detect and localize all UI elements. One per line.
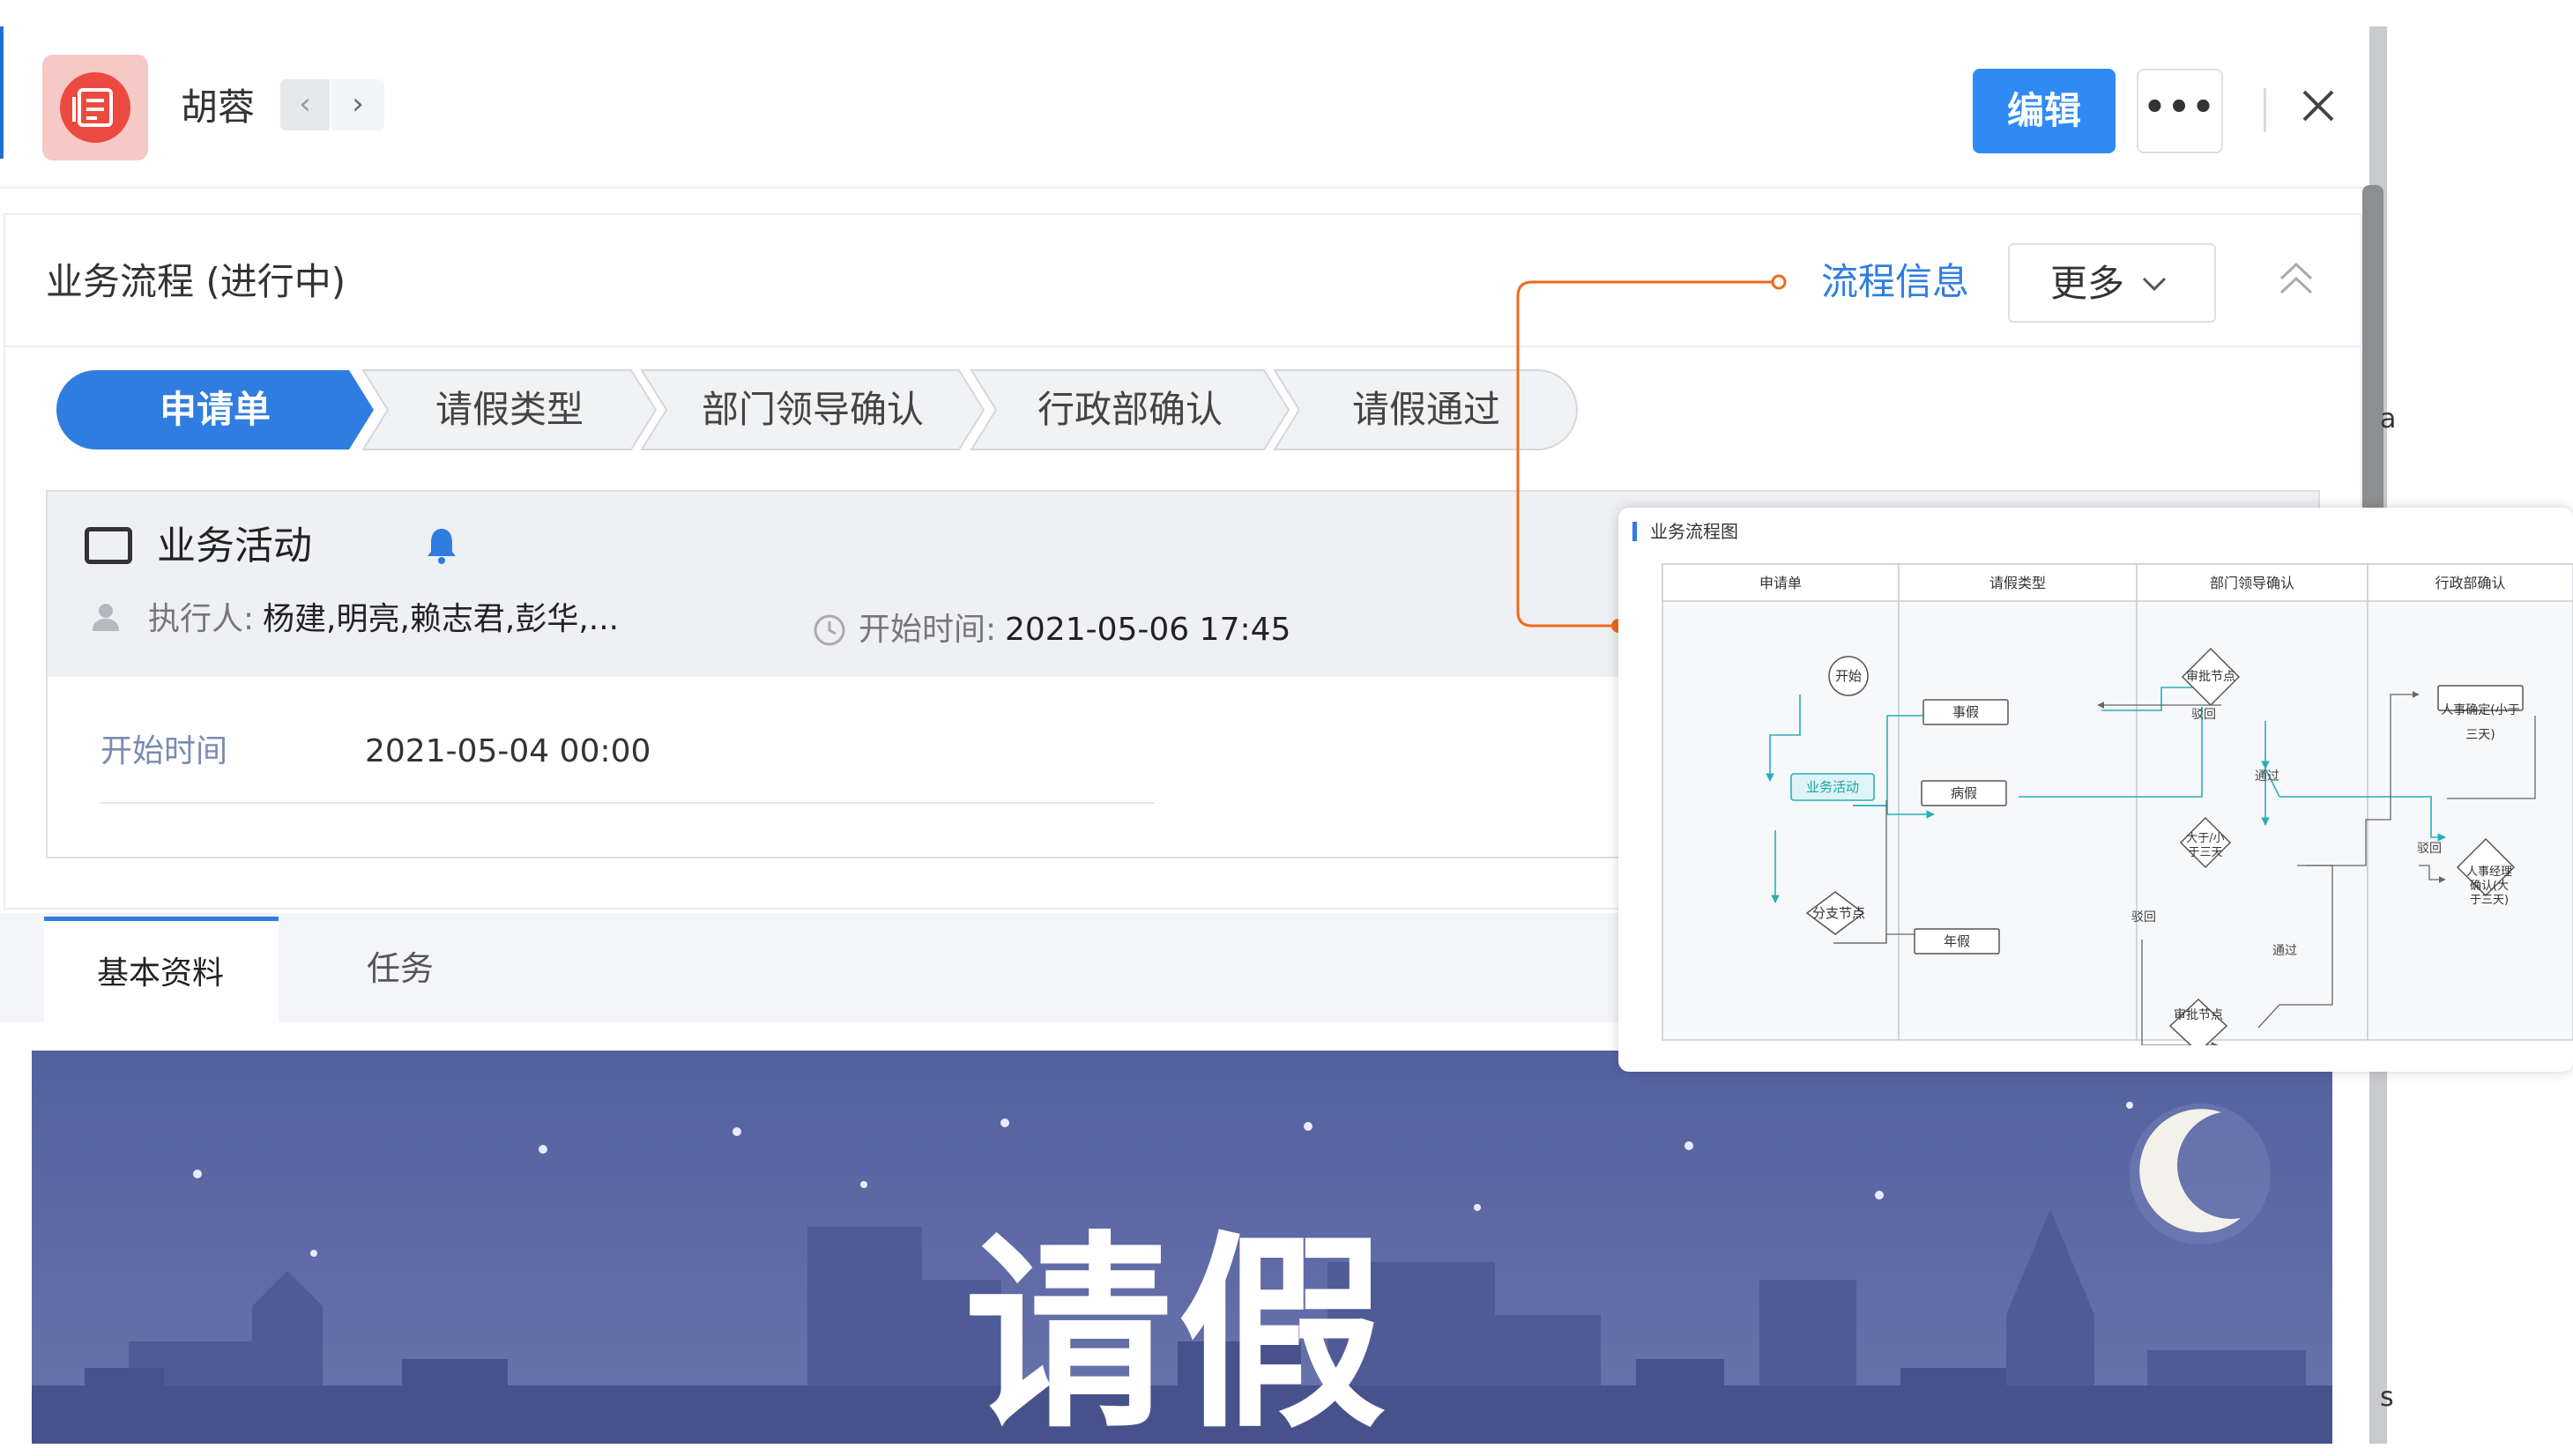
step-admin-confirm[interactable]: 行政部确认 — [970, 368, 1290, 451]
previous-record-button[interactable]: ‹ — [280, 79, 330, 130]
flowchart-title-accent — [1632, 522, 1637, 541]
tab-basic-info-label[interactable]: 基本资料 — [97, 954, 224, 994]
step-label: 部门领导确认 — [701, 388, 924, 431]
step-leave-type[interactable]: 请假类型 — [361, 368, 658, 451]
executor-value: 杨建,明亮,赖志君,彭华,... — [263, 601, 620, 637]
user-name: 胡蓉 — [181, 85, 256, 129]
flowchart-diagram — [1662, 563, 2573, 1045]
flowchart-lane-header: 行政部确认 — [2435, 575, 2506, 591]
flowchart-node-hr-manager: 人事经理确认(大于三天) — [2465, 865, 2512, 907]
window-left-edge — [0, 26, 4, 159]
tab-task[interactable]: 任务 — [367, 948, 434, 989]
close-icon[interactable] — [2292, 79, 2345, 132]
process-title: 业务流程 (进行中) — [46, 260, 346, 303]
flowchart-lane-header: 部门领导确认 — [2209, 575, 2294, 591]
step-label: 行政部确认 — [1037, 388, 1223, 431]
stray-text: s — [2380, 1382, 2394, 1413]
bell-icon[interactable] — [423, 525, 460, 564]
form-start-time-value: 2021-05-04 00:00 — [365, 733, 651, 769]
flowchart-lane-header: 申请单 — [1759, 575, 1802, 591]
form-start-time-label: 开始时间 — [100, 733, 228, 769]
process-divider — [4, 345, 2362, 347]
step-label: 请假类型 — [435, 388, 584, 431]
flowchart-edge-label: 驳回 — [2417, 842, 2442, 856]
more-dropdown-label: 更多 — [2050, 262, 2125, 305]
flowchart-node-sick-leave: 病假 — [1950, 785, 1977, 801]
flowchart-edge-label: 通过 — [2255, 769, 2279, 784]
edit-button[interactable]: 编辑 — [1973, 69, 2116, 153]
avatar — [42, 55, 148, 160]
flowchart-node-branch: 分支节点 — [1811, 905, 1865, 921]
step-application[interactable]: 申请单 — [55, 368, 376, 451]
flowchart-edge-label: 驳回 — [2131, 910, 2156, 925]
more-actions-button[interactable]: ••• — [2137, 69, 2223, 153]
banner-title: 请假 — [964, 1214, 1392, 1456]
flowchart-node-start: 开始 — [1834, 668, 1862, 684]
flowchart-title: 业务流程图 — [1650, 521, 1738, 542]
start-time-value: 2021-05-06 17:45 — [1005, 612, 1291, 648]
next-record-button[interactable]: › — [331, 79, 384, 130]
flowchart-node-personal-leave: 事假 — [1952, 704, 1979, 720]
user-icon — [93, 604, 119, 631]
flowchart-node-compare: 大于/小于三天 — [2186, 832, 2225, 859]
start-time-label: 开始时间: — [859, 612, 997, 648]
collapse-up-icon[interactable] — [2276, 259, 2316, 300]
stray-text: a — [2380, 404, 2397, 435]
clock-icon — [814, 614, 845, 646]
chevron-down-icon — [2142, 277, 2167, 292]
flowchart-node-annual-leave: 年假 — [1943, 933, 1970, 949]
flowchart-node-approval: 审批节点 — [2186, 670, 2235, 684]
leave-form-icon — [60, 72, 130, 143]
activity-checkbox[interactable] — [85, 527, 132, 564]
header-divider-line — [0, 187, 2380, 189]
flowchart-node-approval: 审批节点 — [2174, 1008, 2223, 1022]
process-info-link[interactable]: 流程信息 — [1821, 257, 1969, 307]
activity-title: 业务活动 — [157, 524, 312, 568]
flowchart-edge-label: 驳回 — [2191, 708, 2216, 722]
form-field-underline — [100, 802, 1155, 804]
step-label: 申请单 — [159, 388, 271, 431]
flowchart-node-hr-confirm: 人事确定(小于三天) — [2441, 703, 2520, 742]
executor-label: 执行人: — [148, 601, 255, 637]
flowchart-node-activity: 业务活动 — [1805, 779, 1859, 795]
step-dept-leader-confirm[interactable]: 部门领导确认 — [640, 368, 985, 451]
flowchart-lane-header: 请假类型 — [1989, 575, 2046, 591]
header-divider — [2264, 88, 2266, 132]
flowchart-edge-label: 通过 — [2272, 944, 2297, 958]
